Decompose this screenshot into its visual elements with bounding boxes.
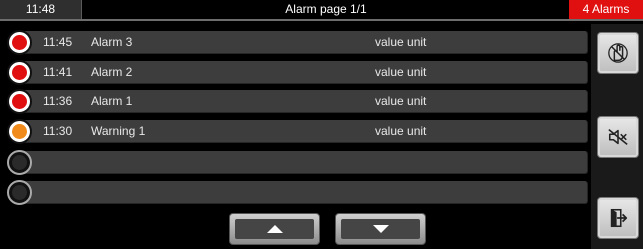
- arrow-down-icon: [372, 225, 389, 233]
- alarm-unit: unit: [407, 94, 427, 108]
- status-lamp-icon: [7, 150, 32, 175]
- alarm-row-bar: [19, 181, 588, 204]
- alarm-row[interactable]: 11:36 Alarm 1 value unit: [5, 89, 588, 114]
- status-lamp-icon: [7, 89, 32, 114]
- page-down-button[interactable]: [335, 213, 426, 245]
- mute-button[interactable]: [597, 116, 639, 158]
- alarm-name: Warning 1: [91, 124, 146, 138]
- hand-acknowledge-icon: [608, 43, 628, 63]
- alarm-row-empty[interactable]: [5, 180, 588, 205]
- status-lamp-icon: [7, 180, 32, 205]
- alarm-value: value unit: [375, 60, 426, 85]
- alarm-time: 11:30: [43, 124, 73, 138]
- arrow-up-icon: [266, 225, 283, 233]
- alarm-value-text: value: [375, 124, 404, 138]
- page-up-button-face: [235, 219, 314, 239]
- alarm-row-bar: [19, 151, 588, 174]
- status-lamp-icon: [7, 30, 32, 55]
- alarm-value-text: value: [375, 65, 404, 79]
- alarm-unit: unit: [407, 35, 427, 49]
- alarm-row-empty[interactable]: [5, 150, 588, 175]
- alarm-time: 11:36: [43, 94, 73, 108]
- alarm-row[interactable]: 11:30 Warning 1 value unit: [5, 119, 588, 144]
- alarm-count-badge[interactable]: 4 Alarms: [569, 0, 643, 19]
- alarm-value: value unit: [375, 119, 426, 144]
- exit-door-icon: [610, 208, 628, 228]
- alarm-value: value unit: [375, 89, 426, 114]
- alarm-time: 11:45: [43, 35, 73, 49]
- status-lamp-icon: [7, 119, 32, 144]
- current-time: 11:48: [0, 0, 82, 19]
- exit-button[interactable]: [597, 197, 639, 239]
- page-title: Alarm page 1/1: [285, 2, 367, 16]
- alarm-unit: unit: [407, 65, 427, 79]
- alarm-value: value unit: [375, 30, 426, 55]
- page-up-button[interactable]: [229, 213, 320, 245]
- header-bar: 11:48 Alarm page 1/1 4 Alarms: [0, 0, 643, 21]
- alarm-value-text: value: [375, 94, 404, 108]
- status-lamp-icon: [7, 60, 32, 85]
- acknowledge-button[interactable]: [597, 32, 639, 74]
- alarm-time: 11:41: [43, 65, 73, 79]
- alarm-row[interactable]: 11:41 Alarm 2 value unit: [5, 60, 588, 85]
- alarm-name: Alarm 2: [91, 65, 133, 79]
- alarm-value-text: value: [375, 35, 404, 49]
- alarm-name: Alarm 1: [91, 94, 133, 108]
- speaker-mute-icon: [608, 129, 628, 145]
- page-down-button-face: [341, 219, 420, 239]
- alarm-name: Alarm 3: [91, 35, 133, 49]
- alarm-unit: unit: [407, 124, 427, 138]
- alarm-row[interactable]: 11:45 Alarm 3 value unit: [5, 30, 588, 55]
